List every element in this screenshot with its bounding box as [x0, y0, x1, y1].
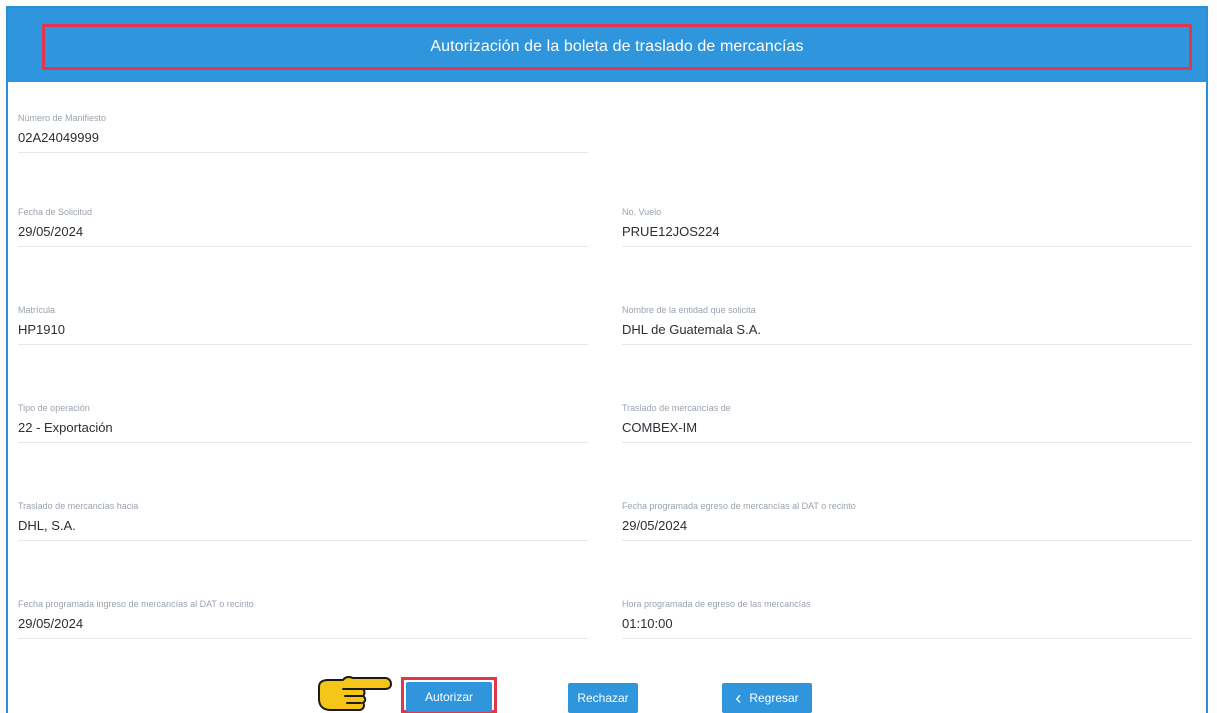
field-fecha-solicitud: Fecha de Solicitud 29/05/2024 [18, 206, 588, 247]
field-label: Fecha programada egreso de mercancías al… [622, 501, 856, 511]
field-underline [622, 638, 1192, 639]
field-value: 02A24049999 [18, 130, 99, 145]
field-value: 29/05/2024 [18, 616, 84, 631]
field-underline [18, 638, 588, 639]
field-label: Fecha de Solicitud [18, 207, 93, 217]
chevron-left-icon: ‹ [735, 688, 742, 708]
header-bar: Autorización de la boleta de traslado de… [8, 8, 1206, 82]
field-matricula: Matrícula HP1910 [18, 304, 588, 345]
field-label: No. Vuelo [622, 207, 662, 217]
field-underline [18, 246, 588, 247]
field-label: Nombre de la entidad que solicita [622, 305, 756, 315]
field-label: Número de Manifiesto [18, 113, 107, 123]
regresar-button[interactable]: ‹ Regresar [722, 683, 812, 713]
field-value: COMBEX-IM [622, 420, 698, 435]
field-label: Matrícula [18, 305, 56, 315]
field-label: Traslado de mercancías de [622, 403, 731, 413]
field-underline [18, 344, 588, 345]
field-manifiesto: Número de Manifiesto 02A24049999 [18, 112, 588, 153]
rechazar-button[interactable]: Rechazar [568, 683, 638, 713]
field-value: HP1910 [18, 322, 65, 337]
field-value: DHL, S.A. [18, 518, 76, 533]
field-value: DHL de Guatemala S.A. [622, 322, 761, 337]
page-title: Autorización de la boleta de traslado de… [430, 38, 804, 55]
field-no-vuelo: No. Vuelo PRUE12JOS224 [622, 206, 1192, 247]
field-label: Hora programada de egreso de las mercanc… [622, 599, 811, 609]
field-underline [18, 152, 588, 153]
field-underline [622, 246, 1192, 247]
field-value: 22 - Exportación [18, 420, 113, 435]
field-traslado-hacia: Traslado de mercancías hacia DHL, S.A. [18, 500, 588, 541]
pointing-hand-icon [318, 675, 392, 711]
field-underline [622, 442, 1192, 443]
regresar-label: Regresar [749, 691, 799, 705]
field-tipo-operacion: Tipo de operación 22 - Exportación [18, 402, 588, 443]
field-fecha-ingreso: Fecha programada ingreso de mercancías a… [18, 598, 588, 639]
header-highlight: Autorización de la boleta de traslado de… [42, 24, 1192, 70]
field-value: 29/05/2024 [18, 224, 84, 239]
field-value: 01:10:00 [622, 616, 673, 631]
field-label: Fecha programada ingreso de mercancías a… [18, 599, 254, 609]
field-hora-egreso: Hora programada de egreso de las mercanc… [622, 598, 1192, 639]
field-value: PRUE12JOS224 [622, 224, 720, 239]
field-traslado-de: Traslado de mercancías de COMBEX-IM [622, 402, 1192, 443]
field-underline [622, 344, 1192, 345]
field-underline [622, 540, 1192, 541]
field-label: Tipo de operación [18, 403, 90, 413]
autorizar-button[interactable]: Autorizar [406, 682, 492, 712]
field-underline [18, 540, 588, 541]
field-underline [18, 442, 588, 443]
field-entidad: Nombre de la entidad que solicita DHL de… [622, 304, 1192, 345]
field-label: Traslado de mercancías hacia [18, 501, 139, 511]
field-fecha-egreso: Fecha programada egreso de mercancías al… [622, 500, 1192, 541]
field-value: 29/05/2024 [622, 518, 688, 533]
